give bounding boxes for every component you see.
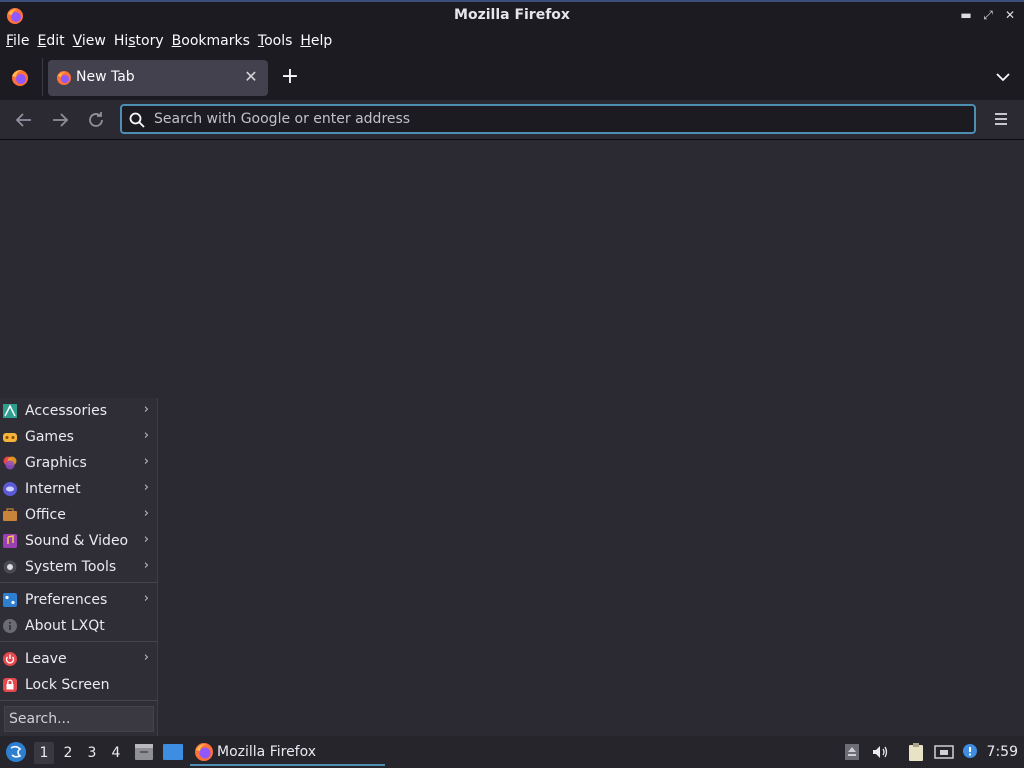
menu-separator bbox=[0, 641, 158, 642]
menu-separator bbox=[0, 700, 158, 701]
menu-item-accessories[interactable]: Accessories › bbox=[0, 398, 158, 424]
internet-icon bbox=[3, 482, 17, 496]
tab-new-tab[interactable]: New Tab ✕ bbox=[48, 60, 268, 96]
address-input[interactable] bbox=[154, 109, 954, 129]
chevron-right-icon: › bbox=[143, 506, 149, 521]
chevron-right-icon: › bbox=[143, 532, 149, 547]
power-icon bbox=[3, 652, 17, 666]
start-menu: Accessories › Games › Graphics › Interne… bbox=[0, 398, 158, 736]
taskbar: 1 2 3 4 Mozilla Firefox 7:59 bbox=[0, 736, 1024, 768]
menu-search-input[interactable] bbox=[5, 707, 153, 731]
chevron-right-icon: › bbox=[143, 591, 149, 606]
tab-separator bbox=[42, 58, 43, 96]
menu-bookmarks[interactable]: Bookmarks bbox=[168, 30, 254, 54]
desktop-switch-3[interactable]: 3 bbox=[82, 742, 102, 764]
forward-arrow-icon[interactable] bbox=[48, 108, 72, 132]
new-tab-button[interactable]: + bbox=[278, 64, 302, 90]
graphics-icon bbox=[3, 456, 17, 470]
close-tab-icon[interactable]: ✕ bbox=[242, 68, 260, 86]
network-icon[interactable] bbox=[934, 742, 954, 762]
firefox-view-icon[interactable] bbox=[8, 66, 32, 90]
menu-search-box[interactable] bbox=[4, 706, 154, 732]
menu-edit[interactable]: Edit bbox=[33, 30, 68, 54]
menu-file[interactable]: File bbox=[2, 30, 33, 54]
chevron-right-icon: › bbox=[143, 428, 149, 443]
chevron-right-icon: › bbox=[143, 558, 149, 573]
show-desktop-icon[interactable] bbox=[162, 742, 184, 762]
taskbar-clock[interactable]: 7:59 bbox=[987, 744, 1018, 760]
info-icon bbox=[3, 619, 17, 633]
menu-history[interactable]: History bbox=[110, 30, 168, 54]
preferences-icon bbox=[3, 593, 17, 607]
desktop-switch-2[interactable]: 2 bbox=[58, 742, 78, 764]
lxqt-start-icon[interactable] bbox=[4, 740, 28, 764]
menu-item-office[interactable]: Office › bbox=[0, 502, 158, 528]
menu-tools[interactable]: Tools bbox=[254, 30, 297, 54]
menu-item-sound-video[interactable]: Sound & Video › bbox=[0, 528, 158, 554]
menu-item-graphics[interactable]: Graphics › bbox=[0, 450, 158, 476]
office-icon bbox=[3, 508, 17, 521]
minimize-button[interactable]: ▬ bbox=[958, 7, 974, 23]
removable-media-icon[interactable] bbox=[842, 742, 862, 762]
menu-separator bbox=[0, 582, 158, 583]
window-titlebar[interactable]: Mozilla Firefox ▬ ⤢ ✕ bbox=[0, 0, 1024, 30]
tab-strip: New Tab ✕ + bbox=[0, 54, 1024, 100]
menu-bar: File Edit View History Bookmarks Tools H… bbox=[0, 30, 1024, 54]
desktop-switch-1[interactable]: 1 bbox=[34, 742, 54, 764]
menu-help[interactable]: Help bbox=[296, 30, 336, 54]
games-icon bbox=[3, 433, 17, 442]
chevron-down-icon[interactable] bbox=[992, 66, 1014, 88]
menu-item-about-lxqt[interactable]: About LXQt bbox=[0, 613, 158, 639]
window-title: Mozilla Firefox bbox=[454, 7, 570, 23]
address-bar[interactable] bbox=[120, 104, 976, 134]
navigation-toolbar bbox=[0, 100, 1024, 140]
chevron-right-icon: › bbox=[143, 480, 149, 495]
tab-label: New Tab bbox=[76, 69, 135, 85]
lock-icon bbox=[3, 678, 17, 692]
menu-item-system-tools[interactable]: System Tools › bbox=[0, 554, 158, 580]
system-tools-icon bbox=[3, 560, 17, 574]
volume-icon[interactable] bbox=[870, 742, 890, 762]
menu-item-internet[interactable]: Internet › bbox=[0, 476, 158, 502]
notification-icon[interactable] bbox=[960, 742, 980, 762]
menu-item-preferences[interactable]: Preferences › bbox=[0, 587, 158, 613]
hamburger-menu-icon[interactable] bbox=[992, 110, 1010, 128]
reload-icon[interactable] bbox=[84, 108, 108, 132]
menu-item-games[interactable]: Games › bbox=[0, 424, 158, 450]
firefox-icon bbox=[57, 71, 71, 85]
restore-button[interactable]: ⤢ bbox=[980, 7, 996, 23]
menu-item-leave[interactable]: Leave › bbox=[0, 646, 158, 672]
sound-video-icon bbox=[3, 534, 17, 548]
clipboard-icon[interactable] bbox=[906, 742, 926, 762]
chevron-right-icon: › bbox=[143, 650, 149, 665]
search-icon bbox=[129, 112, 145, 128]
back-arrow-icon[interactable] bbox=[12, 108, 36, 132]
chevron-right-icon: › bbox=[143, 454, 149, 469]
menu-view[interactable]: View bbox=[69, 30, 110, 54]
chevron-right-icon: › bbox=[143, 402, 149, 417]
menu-item-lock-screen[interactable]: Lock Screen bbox=[0, 672, 158, 698]
accessories-icon bbox=[3, 404, 17, 418]
close-window-button[interactable]: ✕ bbox=[1002, 7, 1018, 23]
desktop-switch-4[interactable]: 4 bbox=[106, 742, 126, 764]
file-manager-icon[interactable] bbox=[133, 742, 155, 762]
firefox-icon bbox=[195, 743, 213, 761]
taskbar-task-firefox[interactable]: Mozilla Firefox bbox=[190, 738, 385, 766]
